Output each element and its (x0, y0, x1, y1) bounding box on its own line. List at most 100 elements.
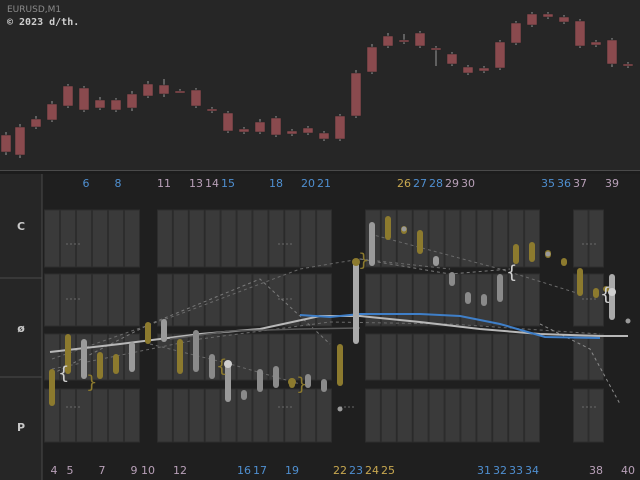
grid-cell (92, 388, 108, 443)
indicator-canvas[interactable]: {} {}} {{6 8 11 13 14 15 18 20 21 26 27 28 29 30 35 36 37 3… (0, 174, 640, 480)
candle-body (350, 72, 362, 117)
grid-cell (460, 209, 477, 268)
brace-glyph: } (358, 250, 369, 271)
indicator-bar (353, 262, 359, 344)
grid-cell (508, 388, 525, 443)
bottom-number-label: 16 (237, 464, 251, 477)
grid-cell (444, 209, 461, 268)
grid-cell (172, 273, 189, 327)
grid-cell (204, 209, 221, 268)
grid-cell (524, 273, 540, 327)
bottom-number-label: 33 (509, 464, 523, 477)
price-chart-panel[interactable]: EURUSD,M1 © 2023 d/th. (0, 0, 640, 171)
candle-body (366, 46, 378, 73)
candle-body (286, 130, 298, 135)
grid-cell (284, 209, 301, 268)
bottom-number-label: 38 (589, 464, 603, 477)
grid-cell (316, 209, 333, 268)
grid-cell (268, 388, 285, 443)
grid-cell (476, 333, 493, 381)
indicator-bar (337, 344, 343, 386)
bottom-number-label: 10 (141, 464, 155, 477)
grid-cell (460, 333, 477, 381)
bottom-number-label: 5 (67, 464, 74, 477)
candle-body (30, 118, 42, 128)
candle-body (462, 66, 474, 74)
bottom-number-label: 40 (621, 464, 635, 477)
bottom-number-label: 9 (131, 464, 138, 477)
grid-cell (60, 209, 76, 268)
grid-cell (172, 388, 189, 443)
indicator-panel[interactable]: {} {}} {{6 8 11 13 14 15 18 20 21 26 27 28 29 30 35 36 37 3… (0, 174, 640, 480)
top-number-label: 26 (397, 177, 411, 190)
indicator-bar (593, 288, 599, 298)
candle-body (542, 13, 554, 18)
candlestick-chart[interactable] (0, 0, 640, 170)
indicator-bar (481, 294, 487, 306)
candle-body (334, 115, 346, 140)
candle-body (46, 103, 58, 121)
indicator-bar (513, 244, 519, 264)
candle-body (606, 39, 618, 65)
grid-cell (76, 388, 92, 443)
grid-cell (268, 209, 285, 268)
indicator-bar (257, 369, 263, 392)
candle-body (0, 134, 12, 153)
candle-body (510, 22, 522, 44)
top-number-label: 20 (301, 177, 315, 190)
grid-cell (428, 333, 445, 381)
grid-cell (157, 388, 173, 443)
grid-cell (44, 273, 60, 327)
candle-body (222, 112, 234, 132)
top-number-label: 21 (317, 177, 331, 190)
bottom-number-label: 34 (525, 464, 539, 477)
grid-cell (412, 388, 429, 443)
grid-cell (300, 388, 317, 443)
candle-body (254, 121, 266, 133)
indicator-bar (465, 292, 471, 304)
indicator-bar (193, 330, 199, 372)
top-number-label: 8 (115, 177, 122, 190)
grid-cell (92, 209, 108, 268)
grid-cell (316, 333, 333, 381)
indicator-dot (545, 251, 551, 257)
grid-cell (428, 273, 445, 327)
grid-cell (220, 273, 237, 327)
grid-cell (492, 333, 509, 381)
indicator-bar (177, 339, 183, 374)
top-number-label: 27 (413, 177, 427, 190)
top-number-label: 35 (541, 177, 555, 190)
grid-cell (444, 388, 461, 443)
bottom-number-label: 31 (477, 464, 491, 477)
candle-body (558, 16, 570, 23)
candle-body (126, 93, 138, 109)
candle-body (398, 39, 410, 43)
candle-body (158, 84, 170, 95)
row-label-p: P (16, 421, 26, 434)
grid-cell (76, 273, 92, 327)
grid-cell (108, 209, 124, 268)
grid-cell (460, 388, 477, 443)
brace-glyph: } (296, 374, 307, 395)
grid-cell (236, 209, 253, 268)
grid-cell (573, 333, 589, 381)
grid-cell (188, 273, 205, 327)
brace-glyph: { (216, 356, 227, 377)
grid-cell (396, 388, 413, 443)
grid-cell (492, 388, 509, 443)
bottom-number-label: 19 (285, 464, 299, 477)
grid-cell (172, 209, 189, 268)
grid-cell (252, 273, 269, 327)
grid-cell (396, 273, 413, 327)
grid-cell (573, 388, 589, 443)
candle-body (174, 90, 186, 94)
grid-cell (365, 388, 381, 443)
indicator-bar (145, 322, 151, 344)
indicator-bar (529, 242, 535, 262)
indicator-bar (417, 230, 423, 254)
candle-body (478, 67, 490, 72)
bottom-number-label: 7 (99, 464, 106, 477)
grid-cell (124, 273, 140, 327)
indicator-bar (321, 379, 327, 392)
bottom-number-label: 12 (173, 464, 187, 477)
